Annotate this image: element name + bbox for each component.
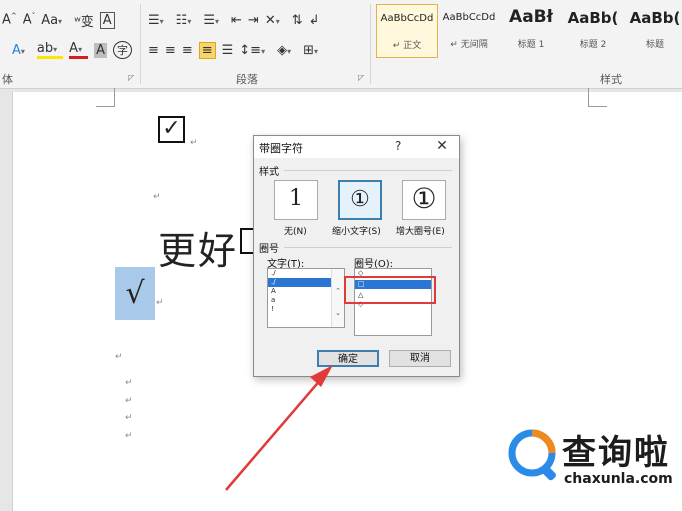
style-heading-2[interactable]: AaBb( 标题 2 [562, 4, 624, 58]
paragraph-mark: ↵ [156, 298, 164, 308]
enclosure-section-label: 圈号 [259, 244, 279, 255]
watermark-url: chaxunla.com [564, 471, 673, 487]
align-left-icon[interactable]: ≡ [148, 43, 159, 58]
ok-button[interactable]: 确定 [317, 350, 379, 367]
style-normal[interactable]: AaBbCcDd ↵ 正文 [376, 4, 438, 58]
margin-corner-mark [588, 88, 607, 107]
text-effects-icon[interactable]: A▾ [12, 43, 31, 58]
highlight-box [344, 276, 436, 304]
shading-icon[interactable]: ◈▾ [277, 43, 297, 58]
change-case-icon[interactable]: Aa▾ [41, 13, 68, 28]
style-heading-1[interactable]: AaBł 标题 1 [500, 4, 562, 58]
line-spacing-icon[interactable]: ↕≡▾ [239, 43, 271, 58]
highlight-color-icon[interactable]: ab▾ [36, 41, 64, 59]
paragraph-toolbar-row1: ☰▾ ☷▾ ☰▾ ⇤ ⇥ ✕▾ ⇅ ↲ [148, 10, 326, 30]
document-text[interactable]: 更好 [158, 220, 238, 275]
style-title[interactable]: AaBb( 标题 [624, 4, 682, 58]
paragraph-mark: ↵ [153, 192, 161, 202]
style-shrink-text-button[interactable]: ① [338, 180, 382, 220]
text-list-scrollbar[interactable]: ⌃ ⌄ [331, 269, 344, 327]
paragraph-dialog-launcher-icon[interactable]: ◸ [358, 73, 364, 82]
watermark-text: 查询啦 [562, 433, 670, 473]
paragraph-mark: ↵ [125, 396, 133, 406]
character-border-icon[interactable]: A [99, 11, 115, 29]
style-enlarge-symbol-button[interactable]: ① [402, 180, 446, 220]
show-marks-icon[interactable]: ↲ [309, 13, 320, 28]
cancel-button[interactable]: 取消 [389, 350, 451, 367]
style-enlarge-caption: 增大圈号(E) [396, 227, 445, 237]
font-group-label: 体 [2, 73, 13, 86]
grow-font-icon[interactable]: A^ [2, 12, 17, 27]
scroll-up-icon[interactable]: ⌃ [332, 287, 344, 295]
watermark: 查询啦 chaxunla.com [506, 425, 676, 491]
paragraph-mark: ↵ [125, 413, 133, 423]
style-none-button[interactable]: 1 [274, 180, 318, 220]
group-divider [140, 4, 141, 84]
increase-indent-icon[interactable]: ⇥ [248, 13, 259, 28]
align-center-icon[interactable]: ≡ [165, 43, 176, 58]
font-color-icon[interactable]: A▾ [69, 41, 89, 59]
style-none-caption: 无(N) [284, 227, 307, 237]
margin-corner-mark [96, 88, 115, 107]
paragraph-toolbar-row2: ≡ ≡ ≡ ≡ ☰ ↕≡▾ ◈▾ ⊞▾ [148, 40, 330, 60]
borders-icon[interactable]: ⊞▾ [303, 43, 324, 58]
styles-group-label: 样式 [600, 73, 622, 86]
sort-icon[interactable]: ⇅ [292, 13, 303, 28]
checked-box-character[interactable]: ✓ [158, 116, 185, 143]
selected-check-character[interactable]: √ [115, 267, 155, 320]
dialog-title: 带圈字符 [259, 142, 303, 155]
distributed-icon[interactable]: ☰ [222, 43, 234, 58]
ribbon: A^ A˅ Aa▾ ʷ变 A A▾ ab▾ A▾ A 字 体 ◸ ☰▾ ☷▾ ☰… [0, 0, 682, 89]
style-shrink-caption: 缩小文字(S) [332, 227, 381, 237]
paragraph-mark: ↵ [190, 138, 198, 148]
decrease-indent-icon[interactable]: ⇤ [231, 13, 242, 28]
align-right-icon[interactable]: ≡ [182, 43, 193, 58]
paragraph-mark: ↵ [125, 431, 133, 441]
style-no-spacing[interactable]: AaBbCcDd ↵ 无间隔 [438, 4, 500, 58]
styles-gallery: AaBbCcDd ↵ 正文 AaBbCcDd ↵ 无间隔 AaBł 标题 1 A… [374, 4, 682, 60]
font-toolbar-row1: A^ A˅ Aa▾ ʷ变 A [2, 10, 121, 30]
enclose-characters-dialog: 带圈字符 ? ✕ 样式 1 ① ① 无(N) 缩小文字(S) 增大圈号(E) 圈… [253, 135, 460, 377]
paragraph-mark: ↵ [115, 352, 123, 362]
shrink-font-icon[interactable]: A˅ [23, 12, 35, 27]
group-divider [370, 4, 371, 84]
section-divider [284, 247, 452, 248]
bullets-icon[interactable]: ☰▾ [148, 13, 170, 28]
phonetic-guide-icon[interactable]: ʷ变 [74, 11, 94, 30]
character-shading-icon[interactable]: A [94, 42, 107, 58]
font-dialog-launcher-icon[interactable]: ◸ [128, 73, 134, 82]
chinese-layout-icon[interactable]: ✕▾ [265, 13, 286, 28]
numbering-icon[interactable]: ☷▾ [176, 13, 198, 28]
dialog-titlebar[interactable]: 带圈字符 ? ✕ [254, 136, 459, 158]
scroll-down-icon[interactable]: ⌄ [332, 309, 344, 317]
multilevel-list-icon[interactable]: ☰▾ [203, 13, 225, 28]
enclose-characters-icon[interactable]: 字 [112, 41, 132, 59]
text-list[interactable]: ./ ./ A a ! ⌃ ⌄ [267, 268, 345, 328]
font-toolbar-row2: A▾ ab▾ A▾ A 字 [12, 40, 138, 60]
magnifier-logo-icon [508, 429, 556, 481]
justify-icon[interactable]: ≡ [198, 41, 216, 59]
style-section-label: 样式 [259, 167, 279, 178]
section-divider [284, 170, 452, 171]
help-icon[interactable]: ? [395, 139, 401, 153]
paragraph-mark: ↵ [125, 378, 133, 388]
close-icon[interactable]: ✕ [431, 137, 453, 155]
paragraph-group-label: 段落 [236, 73, 258, 86]
